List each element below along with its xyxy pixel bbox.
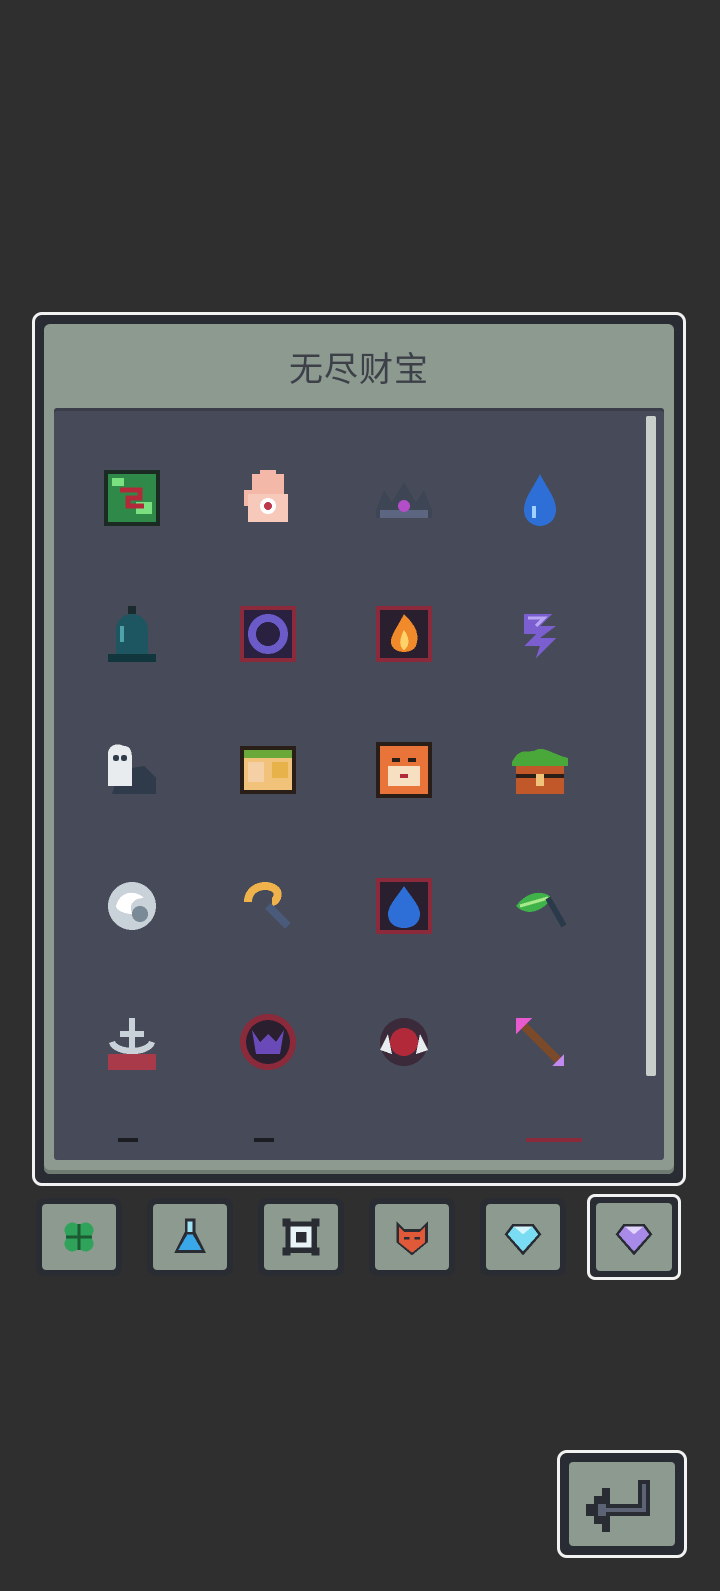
tab-face (596, 1203, 672, 1271)
frame-icon (282, 1218, 320, 1256)
item-slot[interactable] (500, 866, 580, 946)
green-rune-tile-icon (104, 470, 160, 526)
tab-clover[interactable] (36, 1198, 122, 1276)
panel-title: 无尽财宝 (289, 350, 429, 390)
item-slot[interactable] (364, 866, 444, 946)
anchor-altar-icon (108, 1018, 156, 1070)
pink-arrow-icon (516, 1018, 564, 1066)
ghost-boulder-icon (108, 744, 156, 794)
tab-face (264, 1204, 338, 1270)
item-slot-peek (254, 1138, 274, 1142)
treasure-panel: 无尽财宝 (32, 312, 686, 1186)
tab-frame[interactable] (258, 1198, 344, 1276)
item-slot[interactable] (92, 866, 172, 946)
green-leaf-blade-icon (516, 892, 567, 928)
dark-crown-icon (376, 482, 432, 518)
purple-feather-icon (524, 614, 556, 658)
category-tabs (36, 1194, 686, 1280)
tab-face (42, 1204, 116, 1270)
fanged-ring-icon (380, 1018, 428, 1066)
item-slot-peek (526, 1138, 582, 1142)
eye-palm-hand-icon (244, 470, 288, 522)
item-slot-peek (118, 1138, 138, 1142)
tab-purple-gem[interactable] (587, 1194, 681, 1280)
blue-gem-icon (504, 1223, 542, 1256)
tab-face (375, 1204, 449, 1270)
clover-icon (64, 1222, 94, 1252)
tab-face (153, 1204, 227, 1270)
list-scrollbar[interactable] (646, 416, 656, 1076)
item-slot[interactable] (228, 1002, 308, 1082)
item-slot[interactable] (364, 458, 444, 538)
item-slot[interactable] (92, 458, 172, 538)
item-slot[interactable] (92, 594, 172, 674)
item-slot[interactable] (92, 730, 172, 810)
water-tile-icon (376, 878, 432, 934)
item-slot[interactable] (92, 1002, 172, 1082)
tab-face (486, 1204, 560, 1270)
scroll-portrait-icon (240, 746, 296, 794)
item-slot[interactable] (228, 458, 308, 538)
portal-ring-tile-icon (240, 606, 296, 662)
return-arrow-icon (586, 1480, 650, 1532)
silver-orb-icon (108, 882, 156, 930)
item-slot[interactable] (228, 730, 308, 810)
golden-crook-icon (244, 882, 291, 929)
tab-fox-mask[interactable] (369, 1198, 455, 1276)
water-drop-icon (524, 474, 556, 526)
item-slot[interactable] (364, 1002, 444, 1082)
tab-potion-flask[interactable] (147, 1198, 233, 1276)
item-slot[interactable] (364, 594, 444, 674)
purple-gem-icon (615, 1223, 653, 1256)
dark-bell-icon (108, 606, 156, 662)
item-slot[interactable] (500, 594, 580, 674)
item-slot[interactable] (500, 458, 580, 538)
tiger-face-tile-icon (376, 742, 432, 798)
back-button-face (569, 1462, 675, 1546)
back-button[interactable] (557, 1450, 687, 1558)
item-slot[interactable] (228, 594, 308, 674)
fire-tile-icon (376, 606, 432, 662)
item-slot[interactable] (500, 730, 580, 810)
fox-mask-icon (396, 1221, 428, 1256)
tab-blue-gem[interactable] (480, 1198, 566, 1276)
item-slot[interactable] (228, 866, 308, 946)
demon-seal-icon (240, 1014, 296, 1070)
item-slot[interactable] (500, 1002, 580, 1082)
item-slot[interactable] (364, 730, 444, 810)
item-list[interactable] (54, 408, 664, 1160)
treasure-panel-body: 无尽财宝 (44, 324, 674, 1174)
potion-flask-icon (174, 1218, 206, 1253)
mossy-treasure-chest-icon (512, 748, 568, 794)
